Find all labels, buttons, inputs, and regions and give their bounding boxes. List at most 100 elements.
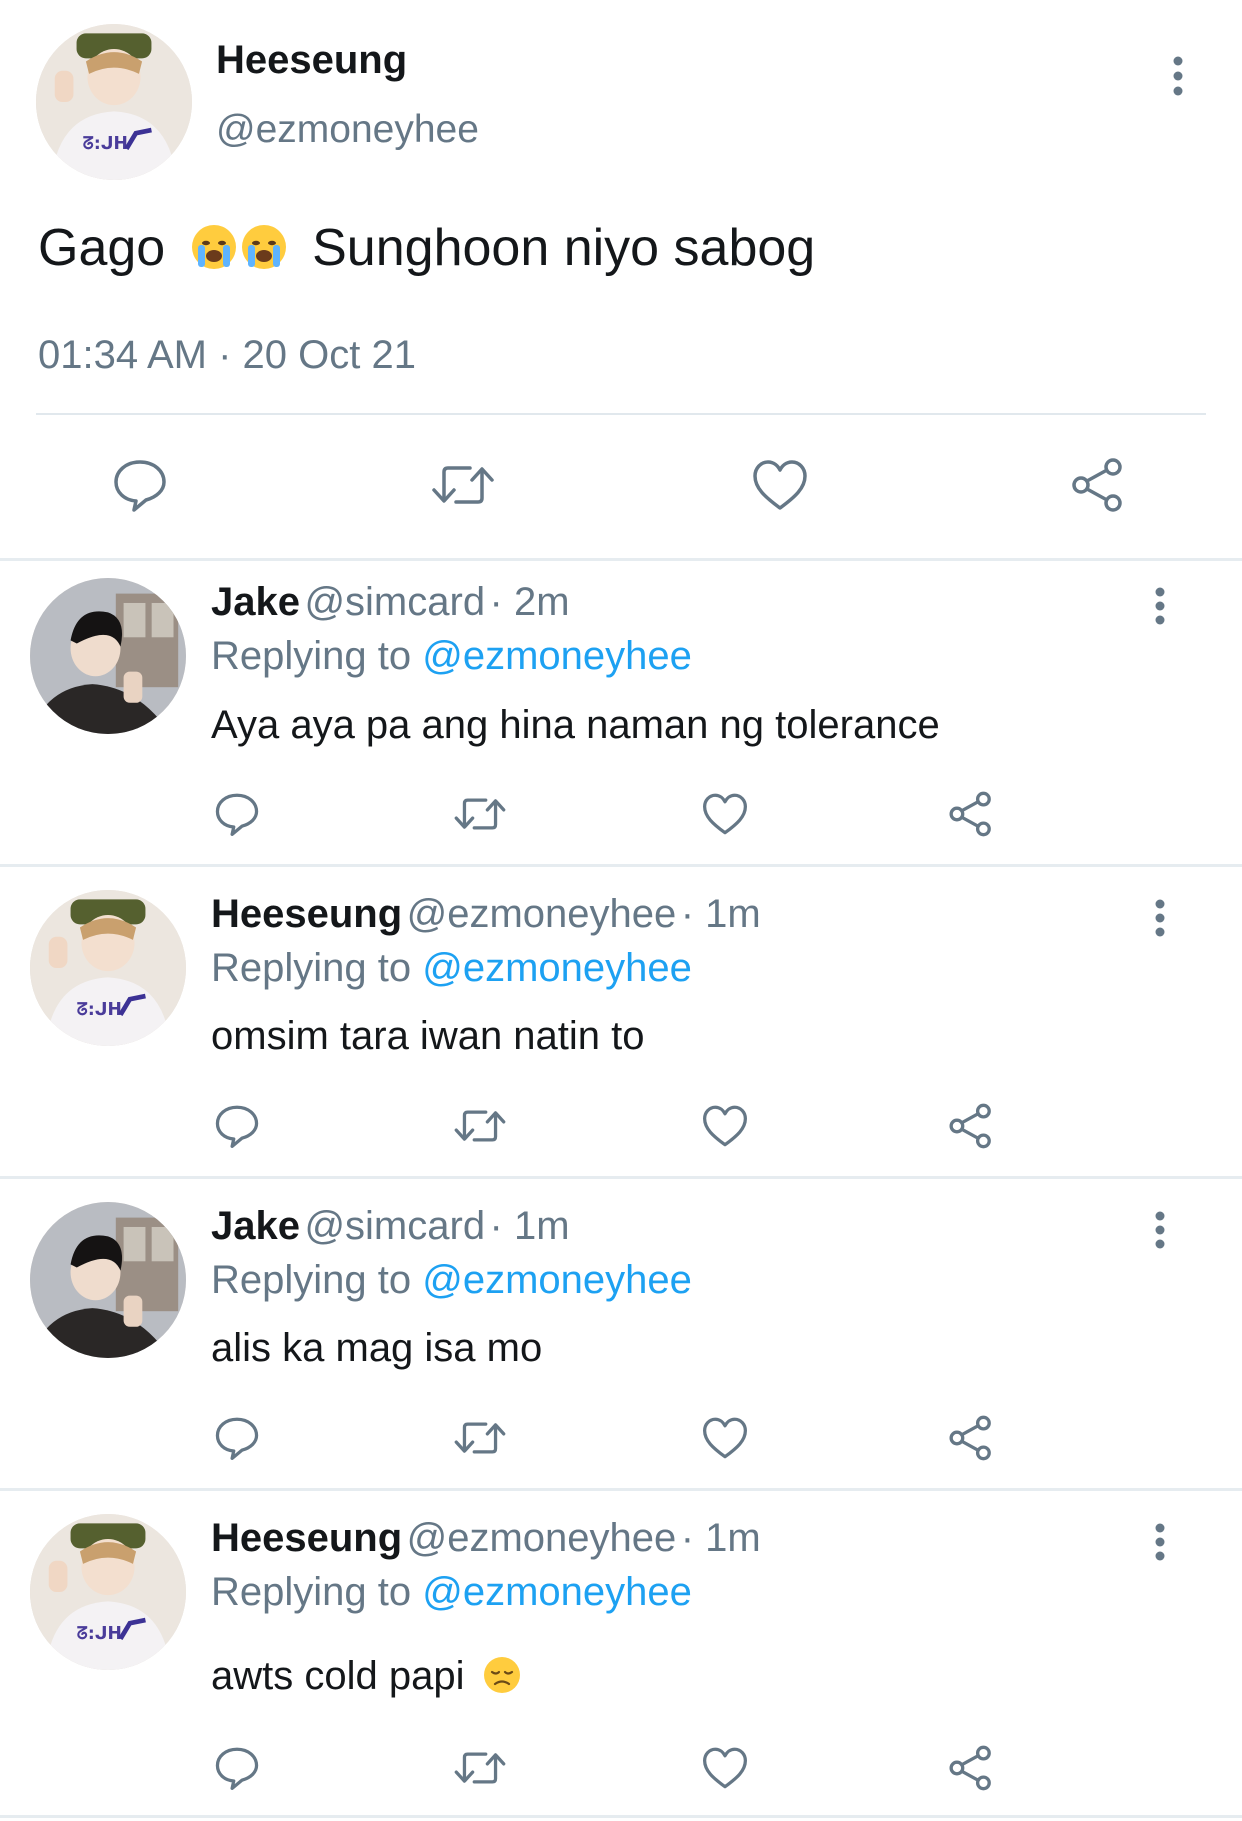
heart-icon xyxy=(702,1747,747,1789)
separator xyxy=(0,1488,1242,1491)
reply-author-handle[interactable]: @ezmoneyhee xyxy=(407,1516,677,1560)
reply-button[interactable] xyxy=(212,1101,262,1151)
share-icon xyxy=(949,1415,991,1461)
svg-text:ᘔ:ᒍᕼ: ᘔ:ᒍᕼ xyxy=(83,134,128,154)
replying-mention-link[interactable]: @ezmoneyhee xyxy=(422,1570,692,1614)
like-button[interactable] xyxy=(700,1101,750,1151)
more-vertical-icon[interactable] xyxy=(1160,54,1196,98)
reply-author-name[interactable]: Heeseung xyxy=(211,892,402,936)
retweet-button[interactable] xyxy=(452,1743,508,1793)
svg-text:ᘔ:ᒍᕼ: ᘔ:ᒍᕼ xyxy=(77,1624,122,1644)
disappointed-face-emoji xyxy=(482,1655,522,1695)
share-icon xyxy=(949,1745,991,1791)
reply-avatar[interactable]: ᘔ:ᒍᕼ xyxy=(30,890,186,1046)
replying-to: Replying to @ezmoneyhee xyxy=(211,946,692,991)
reply-avatar[interactable]: ᘔ:ᒍᕼ xyxy=(30,1514,186,1670)
share-button[interactable] xyxy=(946,1101,996,1151)
share-icon xyxy=(1072,458,1122,512)
reply-header: Jake @simcard · 1m xyxy=(211,1204,570,1249)
retweet-icon xyxy=(454,1752,506,1784)
replying-to: Replying to @ezmoneyhee xyxy=(211,1258,692,1303)
replying-to: Replying to @ezmoneyhee xyxy=(211,1570,692,1615)
replying-mention-link[interactable]: @ezmoneyhee xyxy=(422,1258,692,1302)
main-avatar[interactable]: ᘔ:ᒍᕼ xyxy=(36,24,192,180)
separator xyxy=(0,1815,1242,1818)
crying-face-emoji xyxy=(190,223,238,271)
replying-prefix: Replying to xyxy=(211,634,412,678)
reply-author-name[interactable]: Jake xyxy=(211,580,300,624)
share-icon xyxy=(949,1103,991,1149)
heart-icon xyxy=(702,793,747,835)
comment-icon xyxy=(215,1105,259,1148)
more-vertical-icon[interactable] xyxy=(1146,584,1174,628)
retweet-icon xyxy=(432,466,494,504)
replying-prefix: Replying to xyxy=(211,1570,412,1614)
svg-text:ᘔ:ᒍᕼ: ᘔ:ᒍᕼ xyxy=(77,1000,122,1020)
main-text-after: Sunghoon niyo sabog xyxy=(312,219,816,277)
reply-time[interactable]: · 1m xyxy=(681,1516,761,1560)
retweet-icon xyxy=(454,1422,506,1454)
like-button[interactable] xyxy=(700,1743,750,1793)
reply-button[interactable] xyxy=(212,1743,262,1793)
reply-time[interactable]: · 2m xyxy=(490,580,570,624)
retweet-icon xyxy=(454,798,506,830)
divider xyxy=(36,413,1206,415)
replying-mention-link[interactable]: @ezmoneyhee xyxy=(422,946,692,990)
reply-header: Heeseung @ezmoneyhee · 1m xyxy=(211,892,761,937)
retweet-icon xyxy=(454,1110,506,1142)
reply-header: Heeseung @ezmoneyhee · 1m xyxy=(211,1516,761,1561)
reply-button[interactable] xyxy=(212,789,262,839)
reply-author-name[interactable]: Heeseung xyxy=(211,1516,402,1560)
heart-icon xyxy=(753,460,807,510)
retweet-button[interactable] xyxy=(452,1101,508,1151)
reply-button[interactable] xyxy=(212,1413,262,1463)
more-vertical-icon[interactable] xyxy=(1146,1520,1174,1564)
heart-icon xyxy=(702,1105,747,1147)
more-vertical-icon[interactable] xyxy=(1146,1208,1174,1252)
share-button[interactable] xyxy=(946,789,996,839)
replying-prefix: Replying to xyxy=(211,1258,412,1302)
comment-icon xyxy=(215,1747,259,1790)
comment-icon xyxy=(114,460,166,512)
more-vertical-icon[interactable] xyxy=(1146,896,1174,940)
reply-time[interactable]: · 1m xyxy=(490,1204,570,1248)
main-timestamp[interactable]: 01:34 AM · 20 Oct 21 xyxy=(38,333,416,378)
reply-text: alis ka mag isa mo xyxy=(211,1326,543,1370)
separator xyxy=(0,558,1242,561)
crying-face-emoji xyxy=(240,223,288,271)
reply-text: omsim tara iwan natin to xyxy=(211,1014,645,1058)
replying-mention-link[interactable]: @ezmoneyhee xyxy=(422,634,692,678)
reply-avatar[interactable] xyxy=(30,1202,186,1358)
retweet-button[interactable] xyxy=(430,455,496,515)
retweet-button[interactable] xyxy=(452,789,508,839)
reply-text: awts cold papi xyxy=(211,1654,522,1699)
reply-time[interactable]: · 1m xyxy=(681,892,761,936)
main-text-before: Gago xyxy=(38,219,166,277)
reply-author-name[interactable]: Jake xyxy=(211,1204,300,1248)
main-tweet-text: Gago Sunghoon niyo sabog xyxy=(38,218,815,278)
share-button[interactable] xyxy=(1068,455,1128,515)
replying-prefix: Replying to xyxy=(211,946,412,990)
separator xyxy=(0,1176,1242,1179)
retweet-button[interactable] xyxy=(452,1413,508,1463)
share-button[interactable] xyxy=(946,1413,996,1463)
main-author-handle[interactable]: @ezmoneyhee xyxy=(216,108,479,152)
like-button[interactable] xyxy=(750,455,810,515)
reply-header: Jake @simcard · 2m xyxy=(211,580,570,625)
share-button[interactable] xyxy=(946,1743,996,1793)
reply-author-handle[interactable]: @simcard xyxy=(304,580,485,624)
comment-icon xyxy=(215,1417,259,1460)
reply-author-handle[interactable]: @ezmoneyhee xyxy=(407,892,677,936)
replying-to: Replying to @ezmoneyhee xyxy=(211,634,692,679)
reply-author-handle[interactable]: @simcard xyxy=(304,1204,485,1248)
reply-text: Aya aya pa ang hina naman ng tolerance xyxy=(211,703,940,747)
reply-avatar[interactable] xyxy=(30,578,186,734)
reply-text-content: awts cold papi xyxy=(211,1654,465,1698)
like-button[interactable] xyxy=(700,1413,750,1463)
reply-button[interactable] xyxy=(110,455,170,515)
like-button[interactable] xyxy=(700,789,750,839)
heart-icon xyxy=(702,1417,747,1459)
main-author-name[interactable]: Heeseung xyxy=(216,38,407,83)
share-icon xyxy=(949,791,991,837)
separator xyxy=(0,864,1242,867)
